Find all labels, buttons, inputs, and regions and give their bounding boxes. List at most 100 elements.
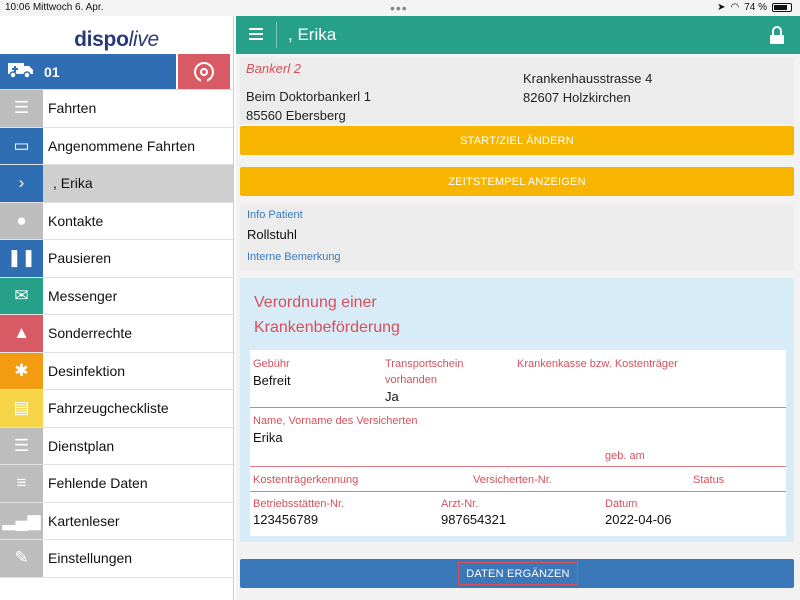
chevron-right-icon: › [0, 165, 43, 202]
pause-icon: ❚❚ [0, 240, 43, 277]
lock-icon[interactable] [770, 26, 784, 44]
form-row-insured: Name, Vorname des Versicherten Erika geb… [250, 408, 786, 467]
address-card: Bankerl 2 Beim Doktorbankerl 1 85560 Ebe… [240, 58, 794, 124]
sidebar-item-messenger[interactable]: ✉ Messenger [0, 277, 233, 315]
app-logo: dispolive [74, 28, 159, 51]
hamburger-menu-icon[interactable] [249, 28, 263, 40]
form-row-numbers: Betriebsstätten-Nr. 123456789 Arzt-Nr. 9… [250, 492, 786, 536]
destination-street: Krankenhausstrasse 4 [523, 71, 653, 86]
start-location-name: Bankerl 2 [246, 61, 301, 76]
sidebar-item-label: Pausieren [48, 250, 112, 267]
internal-remark-label: Interne Bemerkung [247, 251, 341, 263]
bug-icon: ✱ [0, 352, 43, 389]
bottom-action-bar: DATEN ERGÄNZEN [240, 559, 794, 588]
start-city: 85560 Ebersberg [246, 108, 346, 123]
signal-bars-icon: ▂▄▆ [0, 502, 43, 539]
sidebar-item-label: Kontakte [48, 212, 104, 229]
form-row-ids: Kostenträgerkennung Versicherten-Nr. Sta… [250, 467, 786, 492]
vehicle-row: 01 [0, 54, 233, 90]
status-bar: 10:06 Mittwoch 6. Apr. ••• ➤ ◠ 74 % [0, 0, 800, 16]
patient-info-value: Rollstuhl [247, 227, 297, 242]
sidebar-item-fehlende-daten[interactable]: ≡ Fehlende Daten [0, 465, 233, 503]
battery-percent: 74 % [744, 2, 767, 13]
prescription-title: Verordnung einer Krankenbeförderung [254, 294, 400, 336]
page-title: , Erika [288, 25, 337, 44]
date-label: Datum [605, 498, 638, 510]
transport-ticket-value: Ja [385, 389, 399, 404]
insured-number-label: Versicherten-Nr. [473, 474, 552, 486]
sidebar-item-desinfektion[interactable]: ✱ Desinfektion [0, 352, 233, 390]
fee-value: Befreit [253, 373, 291, 388]
vehicle-label: 01 [44, 63, 60, 80]
vehicle-selector[interactable]: 01 [0, 54, 176, 89]
form-row-fees: Gebühr Befreit Transportschein vorhanden… [250, 350, 786, 408]
facility-number-value: 123456789 [253, 512, 319, 527]
database-icon: ≡ [0, 465, 43, 502]
clipboard-icon: ▤ [0, 390, 43, 427]
prescription-form: Gebühr Befreit Transportschein vorhanden… [250, 350, 786, 536]
complete-data-button[interactable]: DATEN ERGÄNZEN [458, 562, 578, 585]
facility-number-label: Betriebsstätten-Nr. [253, 498, 345, 510]
patient-info-card: Info Patient Rollstuhl Interne Bemerkung [240, 204, 794, 270]
sidebar-item-label: Desinfektion [48, 362, 126, 379]
sidebar-item-kartenleser[interactable]: ▂▄▆ Kartenleser [0, 502, 233, 540]
sidebar: dispolive 01 ☰ Fahrten ▭ Angenommene Fahrte… [0, 16, 234, 600]
ambulance-icon [8, 61, 34, 82]
location-icon: ➤ [717, 2, 726, 13]
sidebar-item-fahrzeugcheckliste[interactable]: ▤ Fahrzeugcheckliste [0, 390, 233, 428]
insured-name-label: Name, Vorname des Versicherten [253, 415, 418, 427]
status-right: ➤ ◠ 74 % [717, 2, 792, 13]
sidebar-item-label: Fahrzeugcheckliste [48, 400, 169, 417]
sidebar-item-label: Messenger [48, 287, 118, 304]
transport-ticket-label: Transportschein vorhanden [385, 358, 464, 386]
sidebar-item-erika[interactable]: ›, Erika [0, 165, 233, 203]
insured-name-value: Erika [253, 430, 283, 445]
destination-city: 82607 Holzkirchen [523, 90, 631, 105]
payer-id-label: Kostenträgerkennung [253, 474, 359, 486]
doctor-number-value: 987654321 [441, 512, 507, 527]
prescription-panel: Verordnung einer Krankenbeförderung Gebü… [240, 278, 794, 542]
alarm-button[interactable] [178, 54, 230, 89]
show-timestamps-button[interactable]: ZEITSTEMPEL ANZEIGEN [240, 167, 794, 196]
patient-info-label: Info Patient [247, 209, 303, 221]
date-value: 2022-04-06 [605, 512, 672, 527]
battery-icon [772, 3, 792, 12]
sidebar-item-label: , Erika [43, 165, 233, 202]
wifi-icon: ◠ [730, 2, 740, 13]
start-street: Beim Doktorbankerl 1 [246, 89, 371, 104]
status-label: Status [693, 474, 725, 486]
sidebar-item-einstellungen[interactable]: ✎ Einstellungen [0, 540, 233, 578]
status-time: 10:06 Mittwoch 6. Apr. [5, 2, 104, 13]
main-content: Bankerl 2 Beim Doktorbankerl 1 85560 Ebe… [236, 54, 800, 600]
sidebar-item-label: Angenommene Fahrten [48, 137, 196, 154]
list-check-icon: ☰ [0, 90, 43, 127]
sidebar-item-dienstplan[interactable]: ☰ Dienstplan [0, 427, 233, 465]
sidebar-item-angenommene-fahrten[interactable]: ▭ Angenommene Fahrten [0, 127, 233, 165]
sidebar-item-label: Fahrten [48, 100, 97, 117]
sidebar-item-pausieren[interactable]: ❚❚ Pausieren [0, 240, 233, 278]
multitask-dots[interactable]: ••• [390, 0, 408, 16]
sidebar-item-label: Einstellungen [48, 550, 133, 567]
change-start-destination-button[interactable]: START/ZIEL ÄNDERN [240, 126, 794, 155]
sidebar-item-fahrten[interactable]: ☰ Fahrten [0, 90, 233, 128]
signal-icon [194, 61, 214, 84]
sidebar-item-label: Dienstplan [48, 437, 115, 454]
insurance-label: Krankenkasse bzw. Kostenträger [517, 358, 678, 370]
sidebar-item-label: Sonderrechte [48, 325, 133, 342]
envelope-icon: ✉ [0, 277, 43, 314]
id-card-icon: ▭ [0, 127, 43, 164]
users-icon: ● [0, 202, 43, 239]
birthdate-label: geb. am [605, 450, 645, 462]
fee-label: Gebühr [253, 358, 290, 370]
sidebar-item-kontakte[interactable]: ● Kontakte [0, 202, 233, 240]
doctor-number-label: Arzt-Nr. [441, 498, 479, 510]
sidebar-item-label: Kartenleser [48, 512, 120, 529]
wrench-icon: ✎ [0, 540, 43, 577]
sidebar-menu: ☰ Fahrten ▭ Angenommene Fahrten ›, Erika ● Kon… [0, 90, 233, 578]
sidebar-item-label: Fehlende Daten [48, 475, 148, 492]
header-divider [276, 22, 277, 48]
sidebar-item-sonderrechte[interactable]: ▲ Sonderrechte [0, 315, 233, 353]
bell-icon: ▲ [0, 315, 43, 352]
list-icon: ☰ [0, 427, 43, 464]
top-header: , Erika [236, 16, 800, 54]
